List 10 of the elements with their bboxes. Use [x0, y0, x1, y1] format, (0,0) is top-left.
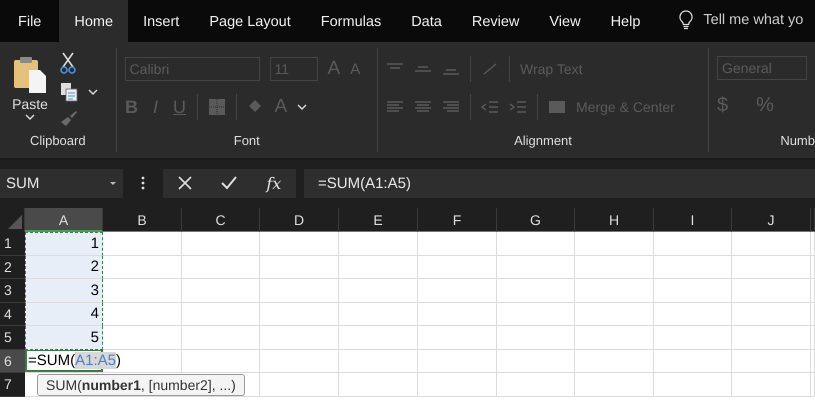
group-label: Numb [780, 132, 815, 148]
cell-value: 3 [90, 282, 99, 299]
function-tooltip: SUM(number1, [number2], ...) [37, 374, 245, 396]
group-label: Font [234, 132, 260, 148]
cell-value: 1 [90, 235, 99, 252]
cell-value: 5 [90, 328, 99, 346]
group-label: Alignment [514, 132, 572, 148]
cell-value: 4 [90, 305, 99, 322]
cell-value: 2 [90, 258, 99, 276]
group-label: Clipboard [30, 132, 86, 148]
